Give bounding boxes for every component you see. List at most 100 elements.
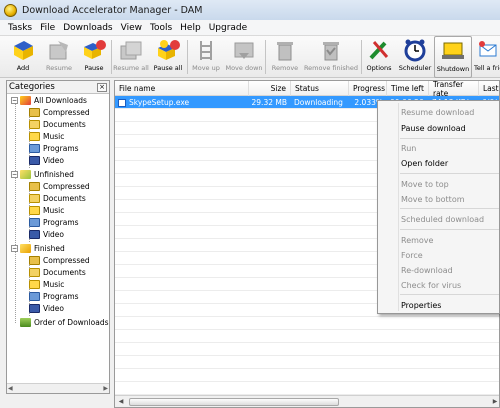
tree-item-programs[interactable]: Programs	[29, 290, 79, 302]
menu-view[interactable]: View	[117, 23, 146, 33]
tree-item-programs[interactable]: Programs	[29, 142, 79, 154]
column-header-row: File name Size Status Progress Time left…	[115, 81, 499, 98]
tree-item-finished[interactable]: − Finished	[11, 242, 65, 254]
menu-item-scheduled-download[interactable]: Scheduled download	[378, 212, 500, 226]
menu-item-move-to-bottom[interactable]: Move to bottom	[378, 192, 500, 206]
remove-button[interactable]: Remove	[268, 36, 302, 78]
scroll-right-icon[interactable]: ▶	[490, 397, 499, 407]
documents-icon	[29, 267, 40, 277]
move-up-icon	[192, 38, 220, 62]
tree-label: Finished	[34, 243, 65, 253]
file-name-cell: SkypeSetup.exe	[115, 96, 249, 109]
collapse-icon[interactable]: −	[11, 170, 18, 178]
empty-row	[115, 382, 499, 395]
add-button[interactable]: Add	[6, 36, 40, 78]
toolbar-divider	[361, 40, 362, 74]
tell-a-friend-button[interactable]: Tell a frie	[474, 36, 500, 78]
column-progress[interactable]: Progress	[349, 81, 387, 96]
toolbar-divider	[265, 40, 266, 74]
tree-item-documents[interactable]: Documents	[29, 266, 86, 278]
remove-finished-icon	[317, 38, 345, 62]
tree-item-music[interactable]: Music	[29, 204, 64, 216]
remove-finished-button[interactable]: Remove finished	[304, 36, 358, 78]
scroll-thumb[interactable]	[129, 398, 339, 406]
scheduler-button[interactable]: Scheduler	[397, 36, 433, 78]
tree-item-documents[interactable]: Documents	[29, 192, 86, 204]
pause-all-button[interactable]: Pause all	[151, 36, 185, 78]
music-icon	[29, 131, 40, 141]
tree-item-video[interactable]: Video	[29, 228, 64, 240]
tree-label: Compressed	[43, 107, 90, 117]
menu-item-move-to-top[interactable]: Move to top	[378, 177, 500, 191]
sidebar-scrollbar[interactable]: ◀ ▶	[7, 383, 109, 393]
column-file-name[interactable]: File name	[115, 81, 249, 96]
column-size[interactable]: Size	[249, 81, 291, 96]
menu-item-open-folder[interactable]: Open folder	[378, 156, 500, 170]
tree-item-video[interactable]: Video	[29, 154, 64, 166]
menu-item-run[interactable]: Run	[378, 141, 500, 155]
shutdown-icon	[439, 39, 467, 63]
resume-button[interactable]: Resume	[42, 36, 76, 78]
pause-button[interactable]: Pause	[78, 36, 110, 78]
resume-all-icon	[117, 38, 145, 62]
menu-item-re-download[interactable]: Re-download	[378, 263, 500, 277]
tree-item-compressed[interactable]: Compressed	[29, 180, 90, 192]
shutdown-button[interactable]: Shutdown	[434, 36, 472, 78]
compressed-icon	[29, 107, 40, 117]
collapse-icon[interactable]: −	[11, 244, 18, 252]
tree-item-compressed[interactable]: Compressed	[29, 254, 90, 266]
scroll-left-icon[interactable]: ◀	[116, 397, 126, 407]
tree-label: Documents	[43, 119, 86, 129]
empty-row	[115, 343, 499, 356]
collapse-icon[interactable]: −	[11, 96, 18, 104]
menu-item-check-for-virus[interactable]: Check for virus	[378, 278, 500, 292]
options-button[interactable]: Options	[363, 36, 395, 78]
tree-item-all-downloads[interactable]: − All Downloads	[11, 94, 87, 106]
tree-item-compressed[interactable]: Compressed	[29, 106, 90, 118]
tree-item-unfinished[interactable]: − Unfinished	[11, 168, 74, 180]
column-transfer-rate[interactable]: Transfer rate	[429, 81, 479, 98]
column-last[interactable]: Last	[479, 81, 499, 96]
tree-label: Video	[43, 155, 65, 165]
categories-header: Categories ×	[7, 81, 109, 94]
tree-item-order-of-downloads[interactable]: Order of Downloads	[20, 316, 109, 328]
tree-label: Programs	[43, 291, 79, 301]
scroll-left-icon[interactable]: ◀	[8, 385, 13, 392]
menu-item-properties[interactable]: Properties	[378, 298, 500, 312]
menu-tools[interactable]: Tools	[146, 23, 176, 33]
tree-item-music[interactable]: Music	[29, 130, 64, 142]
column-status[interactable]: Status	[291, 81, 349, 96]
categories-panel: Categories × − All Downloads Compressed …	[6, 80, 110, 394]
column-time-left[interactable]: Time left	[387, 81, 429, 96]
tree-item-music[interactable]: Music	[29, 278, 64, 290]
tree-label: Video	[43, 303, 65, 313]
resume-all-button[interactable]: Resume all	[113, 36, 149, 78]
menu-item-resume-download[interactable]: Resume download	[378, 105, 500, 119]
menu-help[interactable]: Help	[176, 23, 205, 33]
menu-tasks[interactable]: Tasks	[4, 23, 36, 33]
close-icon[interactable]: ×	[97, 82, 107, 92]
empty-row	[115, 330, 499, 343]
toolbar-divider	[187, 40, 188, 74]
move-up-button[interactable]: Move up	[189, 36, 223, 78]
tree-item-programs[interactable]: Programs	[29, 216, 79, 228]
menu-item-remove[interactable]: Remove	[378, 233, 500, 247]
move-down-button[interactable]: Move down	[225, 36, 263, 78]
tree-item-video[interactable]: Video	[29, 302, 64, 314]
menu-file[interactable]: File	[36, 23, 59, 33]
tree-label: Music	[43, 131, 65, 141]
tree-label: Music	[43, 279, 65, 289]
menu-item-pause-download[interactable]: Pause download	[378, 121, 500, 135]
file-name-text: SkypeSetup.exe	[129, 98, 190, 107]
menu-item-force[interactable]: Force	[378, 248, 500, 262]
tree-item-documents[interactable]: Documents	[29, 118, 86, 130]
finished-icon	[20, 243, 31, 253]
scroll-right-icon[interactable]: ▶	[103, 385, 108, 392]
menu-separator	[400, 173, 499, 174]
scheduler-icon	[401, 38, 429, 62]
menu-upgrade[interactable]: Upgrade	[205, 23, 251, 33]
menu-downloads[interactable]: Downloads	[59, 23, 116, 33]
remove-finished-button-label: Remove finished	[303, 64, 359, 72]
compressed-icon	[29, 181, 40, 191]
horizontal-scrollbar[interactable]: ◀ ▶	[115, 395, 499, 407]
